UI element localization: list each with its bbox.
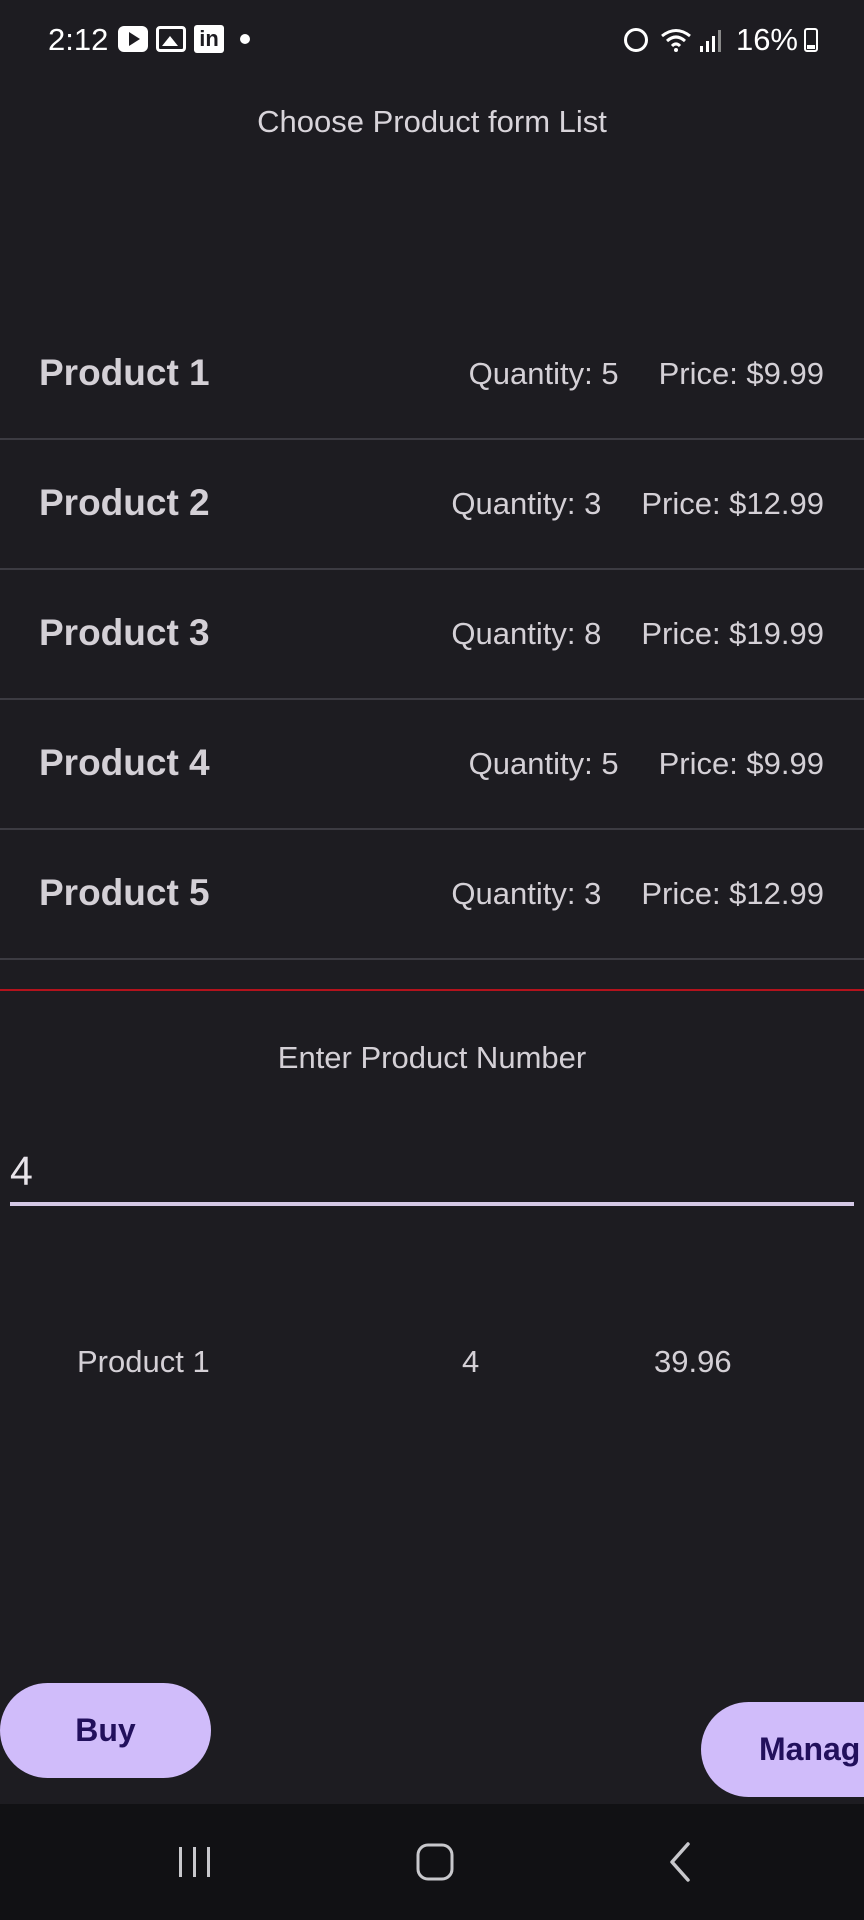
product-meta: Quantity: 5 Price: $9.99 bbox=[469, 746, 824, 782]
product-meta: Quantity: 5 Price: $9.99 bbox=[469, 356, 824, 392]
product-row[interactable]: Product 4 Quantity: 5 Price: $9.99 bbox=[0, 700, 864, 830]
product-price: Price: $9.99 bbox=[658, 356, 824, 391]
product-price: Price: $12.99 bbox=[641, 486, 824, 521]
linkedin-icon: in bbox=[194, 25, 224, 53]
product-row[interactable]: Product 1 Quantity: 5 Price: $9.99 bbox=[0, 310, 864, 440]
product-price: Price: $19.99 bbox=[641, 616, 824, 651]
section-divider bbox=[0, 989, 864, 991]
product-name: Product 2 bbox=[39, 482, 210, 523]
product-name: Product 3 bbox=[39, 612, 210, 653]
back-icon[interactable] bbox=[650, 1834, 710, 1890]
recents-icon[interactable] bbox=[165, 1834, 225, 1890]
product-row[interactable]: Product 2 Quantity: 3 Price: $12.99 bbox=[0, 440, 864, 570]
signal-icon bbox=[699, 30, 721, 52]
result-product-name: Product 1 bbox=[77, 1344, 210, 1379]
product-list: Product 1 Quantity: 5 Price: $9.99 Produ… bbox=[0, 310, 864, 960]
product-quantity: Quantity: 3 bbox=[451, 876, 602, 911]
result-quantity: 4 bbox=[462, 1344, 480, 1379]
page-title: Choose Product form List bbox=[257, 104, 607, 139]
product-row[interactable]: Product 3 Quantity: 8 Price: $19.99 bbox=[0, 570, 864, 700]
product-quantity: Quantity: 3 bbox=[451, 486, 602, 521]
dot-icon bbox=[240, 34, 250, 44]
notification-icons: in bbox=[118, 25, 258, 53]
buy-button[interactable]: Buy bbox=[0, 1683, 211, 1778]
gallery-icon bbox=[156, 26, 186, 52]
status-time: 2:12 bbox=[48, 22, 109, 57]
product-meta: Quantity: 8 Price: $19.99 bbox=[451, 616, 824, 652]
product-name: Product 5 bbox=[39, 872, 210, 913]
result-total: 39.96 bbox=[654, 1344, 732, 1379]
product-price: Price: $9.99 bbox=[658, 746, 824, 781]
battery-icon bbox=[804, 28, 818, 52]
product-name: Product 4 bbox=[39, 742, 210, 783]
product-quantity: Quantity: 8 bbox=[451, 616, 602, 651]
wifi-icon bbox=[661, 29, 691, 52]
product-row[interactable]: Product 5 Quantity: 3 Price: $12.99 bbox=[0, 830, 864, 960]
manage-button[interactable]: Manag bbox=[701, 1702, 864, 1797]
product-number-input[interactable] bbox=[10, 1140, 854, 1206]
product-meta: Quantity: 3 Price: $12.99 bbox=[451, 486, 824, 522]
battery-percentage: 16% bbox=[735, 22, 798, 57]
status-bar: 2:12 in 16% bbox=[0, 0, 864, 80]
youtube-icon bbox=[118, 26, 148, 52]
product-meta: Quantity: 3 Price: $12.99 bbox=[451, 876, 824, 912]
home-icon[interactable] bbox=[405, 1834, 465, 1890]
result-row: Product 1 4 39.96 bbox=[0, 1344, 864, 1388]
system-icons: 16% bbox=[623, 22, 818, 58]
product-price: Price: $12.99 bbox=[641, 876, 824, 911]
product-number-label: Enter Product Number bbox=[277, 1040, 587, 1075]
navigation-bar bbox=[0, 1804, 864, 1920]
product-quantity: Quantity: 5 bbox=[468, 746, 619, 781]
product-quantity: Quantity: 5 bbox=[468, 356, 619, 391]
product-name: Product 1 bbox=[39, 352, 210, 393]
alarm-icon bbox=[623, 28, 648, 52]
